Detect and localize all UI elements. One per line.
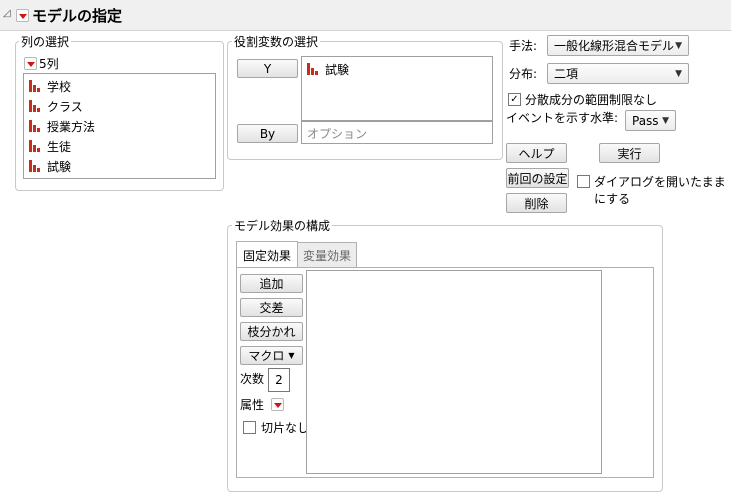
distribution-value: 二項 bbox=[554, 67, 579, 81]
column-name: 試験 bbox=[47, 159, 72, 174]
column-name: 生徒 bbox=[47, 139, 72, 154]
list-item[interactable]: 授業方法 bbox=[29, 117, 95, 135]
column-selection-label: 列の選択 bbox=[19, 33, 72, 50]
nominal-bar-icon bbox=[29, 140, 41, 152]
nominal-bar-icon bbox=[29, 100, 41, 112]
nominal-bar-icon bbox=[29, 80, 41, 92]
degree-input[interactable]: 2 bbox=[268, 368, 290, 392]
nominal-bar-icon bbox=[29, 120, 41, 132]
chevron-down-icon: ▼ bbox=[675, 69, 682, 79]
no-intercept-checkbox[interactable] bbox=[243, 421, 256, 434]
variance-checkbox[interactable]: ✓ bbox=[508, 93, 521, 106]
by-placeholder: オプション bbox=[307, 127, 368, 141]
column-name: 授業方法 bbox=[47, 119, 96, 134]
role-selection-label: 役割変数の選択 bbox=[232, 33, 321, 50]
no-intercept-label: 切片なし bbox=[261, 421, 310, 435]
column-list[interactable]: 学校 クラス 授業方法 生徒 試験 bbox=[23, 73, 216, 179]
distribution-label: 分布: bbox=[509, 67, 538, 81]
cross-button[interactable]: 交差 bbox=[240, 298, 303, 317]
nominal-bar-icon bbox=[307, 63, 319, 75]
event-level-value: Pass bbox=[632, 113, 659, 128]
nest-button[interactable]: 枝分かれ bbox=[240, 322, 303, 341]
chevron-down-icon: ▼ bbox=[675, 41, 682, 51]
column-name: 試験 bbox=[325, 62, 350, 77]
help-button[interactable]: ヘルプ bbox=[506, 143, 567, 163]
remove-button[interactable]: 削除 bbox=[506, 193, 567, 213]
variance-checkbox-label: 分散成分の範囲制限なし bbox=[525, 93, 658, 107]
by-role-list[interactable]: オプション bbox=[301, 121, 493, 144]
tab-fixed-effects[interactable]: 固定効果 bbox=[236, 241, 298, 268]
run-button[interactable]: 実行 bbox=[599, 143, 660, 163]
add-button[interactable]: 追加 bbox=[240, 274, 303, 293]
degree-label: 次数 bbox=[240, 372, 265, 386]
columns-menu-icon[interactable] bbox=[24, 57, 37, 70]
list-item[interactable]: クラス bbox=[29, 97, 83, 115]
model-effects-list[interactable] bbox=[306, 270, 602, 474]
page-title: モデルの指定 bbox=[32, 7, 123, 25]
by-role-button[interactable]: By bbox=[237, 124, 298, 143]
model-effects-label: モデル効果の構成 bbox=[232, 217, 333, 234]
event-level-label: イベントを示す水準: bbox=[506, 111, 619, 125]
list-item[interactable]: 学校 bbox=[29, 77, 71, 95]
disclosure-triangle-icon[interactable]: ◿ bbox=[3, 8, 11, 19]
list-item[interactable]: 生徒 bbox=[29, 137, 71, 155]
list-item[interactable]: 試験 bbox=[29, 157, 71, 175]
red-triangle-menu-icon[interactable] bbox=[16, 9, 29, 22]
y-role-list[interactable]: 試験 bbox=[301, 56, 493, 121]
chevron-down-icon: ▼ bbox=[662, 116, 669, 126]
attributes-label: 属性 bbox=[240, 398, 265, 412]
nominal-bar-icon bbox=[29, 160, 41, 172]
event-level-dropdown[interactable]: Pass ▼ bbox=[625, 110, 676, 131]
macros-button[interactable]: マクロ ▼ bbox=[240, 346, 303, 365]
y-role-button[interactable]: Y bbox=[237, 59, 298, 78]
keep-open-checkbox[interactable] bbox=[577, 175, 590, 188]
attributes-menu-icon[interactable] bbox=[271, 398, 284, 411]
list-item[interactable]: 試験 bbox=[307, 60, 349, 78]
chevron-down-icon: ▼ bbox=[288, 351, 295, 360]
method-label: 手法: bbox=[509, 39, 538, 53]
recall-button[interactable]: 前回の設定 bbox=[506, 168, 569, 188]
keep-open-label: ダイアログを開いたままにする bbox=[594, 175, 726, 206]
macros-label: マクロ bbox=[248, 349, 285, 363]
method-value: 一般化線形混合モデル bbox=[554, 39, 675, 53]
column-name: クラス bbox=[47, 99, 83, 114]
column-count-label: 5列 bbox=[39, 57, 59, 71]
method-dropdown[interactable]: 一般化線形混合モデル ▼ bbox=[547, 35, 689, 56]
column-name: 学校 bbox=[47, 79, 72, 94]
distribution-dropdown[interactable]: 二項 ▼ bbox=[547, 63, 689, 84]
tab-random-effects[interactable]: 変量効果 bbox=[297, 242, 357, 268]
